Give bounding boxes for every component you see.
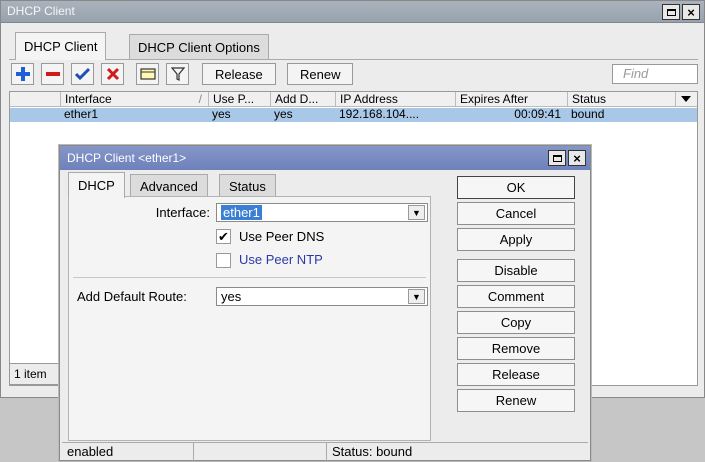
comment-button[interactable]: Comment bbox=[457, 285, 575, 308]
status-bound: Status: bound bbox=[332, 444, 413, 459]
close-icon: × bbox=[573, 150, 581, 166]
remove-button[interactable] bbox=[41, 63, 64, 85]
checkmark-icon: ✔ bbox=[218, 229, 229, 244]
dhcp-form: Interface: ether1 ▼ ✔ Use Peer DNS Use P… bbox=[68, 196, 431, 441]
minus-icon bbox=[45, 72, 60, 76]
column-header-status[interactable]: Status bbox=[567, 92, 675, 107]
enable-button[interactable] bbox=[71, 63, 94, 85]
interface-select[interactable]: ether1 ▼ bbox=[216, 203, 428, 222]
ok-button[interactable]: OK bbox=[457, 176, 575, 199]
comment-button[interactable] bbox=[136, 63, 159, 85]
cell-ip-address: 192.168.104.... bbox=[339, 108, 420, 121]
status-middle bbox=[194, 443, 327, 462]
tab-status[interactable]: Status bbox=[219, 174, 276, 198]
column-menu-button[interactable] bbox=[675, 92, 698, 107]
cell-interface: ether1 bbox=[64, 108, 99, 121]
main-tabs: DHCP Client DHCP Client Options bbox=[15, 32, 415, 60]
maximize-icon bbox=[552, 154, 562, 162]
cell-use-peer: yes bbox=[212, 108, 231, 121]
plus-icon bbox=[15, 67, 30, 81]
maximize-icon bbox=[666, 8, 676, 16]
checkmark-icon bbox=[75, 67, 90, 81]
add-default-route-label: Add Default Route: bbox=[77, 289, 187, 304]
cell-expires-after: 00:09:41 bbox=[514, 108, 561, 121]
sort-indicator-icon: / bbox=[198, 92, 202, 106]
dropdown-arrow-icon: ▼ bbox=[408, 289, 425, 304]
dialog-tabs: DHCP Advanced Status bbox=[68, 172, 368, 198]
column-header-interface[interactable]: Interface / bbox=[60, 92, 208, 107]
main-titlebar[interactable]: DHCP Client × bbox=[1, 1, 704, 23]
remove-button[interactable]: Remove bbox=[457, 337, 575, 360]
add-default-route-select[interactable]: yes ▼ bbox=[216, 287, 428, 306]
close-button[interactable]: × bbox=[682, 4, 700, 20]
cancel-button[interactable]: Cancel bbox=[457, 202, 575, 225]
table-row[interactable]: ether1 yes yes 192.168.104.... 00:09:41 … bbox=[10, 108, 697, 122]
find-input[interactable]: Find bbox=[612, 64, 698, 84]
tab-dhcp-client-options[interactable]: DHCP Client Options bbox=[129, 34, 269, 60]
release-button[interactable]: Release bbox=[457, 363, 575, 386]
use-peer-dns-checkbox[interactable]: ✔ bbox=[216, 229, 231, 244]
use-peer-dns-label: Use Peer DNS bbox=[239, 229, 325, 244]
tab-dhcp[interactable]: DHCP bbox=[68, 172, 125, 198]
dhcp-client-dialog: DHCP Client <ether1> × DHCP Advanced Sta… bbox=[59, 145, 591, 462]
use-peer-ntp-checkbox[interactable] bbox=[216, 253, 231, 268]
renew-button[interactable]: Renew bbox=[457, 389, 575, 412]
cell-status: bound bbox=[571, 108, 605, 121]
table-header: Interface / Use P... Add D... IP Address… bbox=[10, 92, 697, 107]
dialog-statusbar: enabled Status: bound bbox=[62, 442, 588, 462]
column-header-add-default[interactable]: Add D... bbox=[270, 92, 335, 107]
maximize-button[interactable] bbox=[662, 4, 680, 20]
add-default-route-value: yes bbox=[221, 289, 242, 304]
tab-advanced[interactable]: Advanced bbox=[130, 174, 208, 198]
status-enabled: enabled bbox=[62, 443, 194, 462]
dialog-maximize-button[interactable] bbox=[548, 150, 566, 166]
close-icon: × bbox=[687, 4, 695, 20]
filter-button[interactable] bbox=[166, 63, 189, 85]
x-mark-icon bbox=[106, 67, 119, 81]
dialog-close-button[interactable]: × bbox=[568, 150, 586, 166]
interface-value: ether1 bbox=[221, 205, 262, 220]
apply-button[interactable]: Apply bbox=[457, 228, 575, 251]
use-peer-ntp-label: Use Peer NTP bbox=[239, 252, 323, 267]
table-header-spacer bbox=[10, 92, 60, 107]
column-header-expires-after[interactable]: Expires After bbox=[455, 92, 567, 107]
dialog-titlebar[interactable]: DHCP Client <ether1> × bbox=[60, 146, 590, 170]
dropdown-arrow-icon: ▼ bbox=[408, 205, 425, 220]
interface-label: Interface: bbox=[155, 205, 210, 220]
column-header-ip-address[interactable]: IP Address bbox=[335, 92, 455, 107]
column-header-use-peer[interactable]: Use P... bbox=[208, 92, 270, 107]
cell-add-default: yes bbox=[274, 108, 293, 121]
filter-icon bbox=[170, 67, 185, 81]
form-separator bbox=[73, 277, 426, 278]
toolbar: Release Renew Find bbox=[9, 59, 698, 89]
item-count: 1 item bbox=[9, 363, 61, 385]
release-toolbar-button[interactable]: Release bbox=[202, 63, 276, 85]
disable-button[interactable]: Disable bbox=[457, 259, 575, 282]
note-icon bbox=[139, 68, 156, 80]
chevron-down-icon bbox=[681, 96, 691, 102]
main-window-title: DHCP Client bbox=[7, 4, 75, 18]
copy-button[interactable]: Copy bbox=[457, 311, 575, 334]
tab-dhcp-client[interactable]: DHCP Client bbox=[15, 32, 107, 60]
dialog-title: DHCP Client <ether1> bbox=[67, 151, 187, 165]
renew-toolbar-button[interactable]: Renew bbox=[287, 63, 354, 85]
add-button[interactable] bbox=[11, 63, 34, 85]
disable-button[interactable] bbox=[101, 63, 124, 85]
